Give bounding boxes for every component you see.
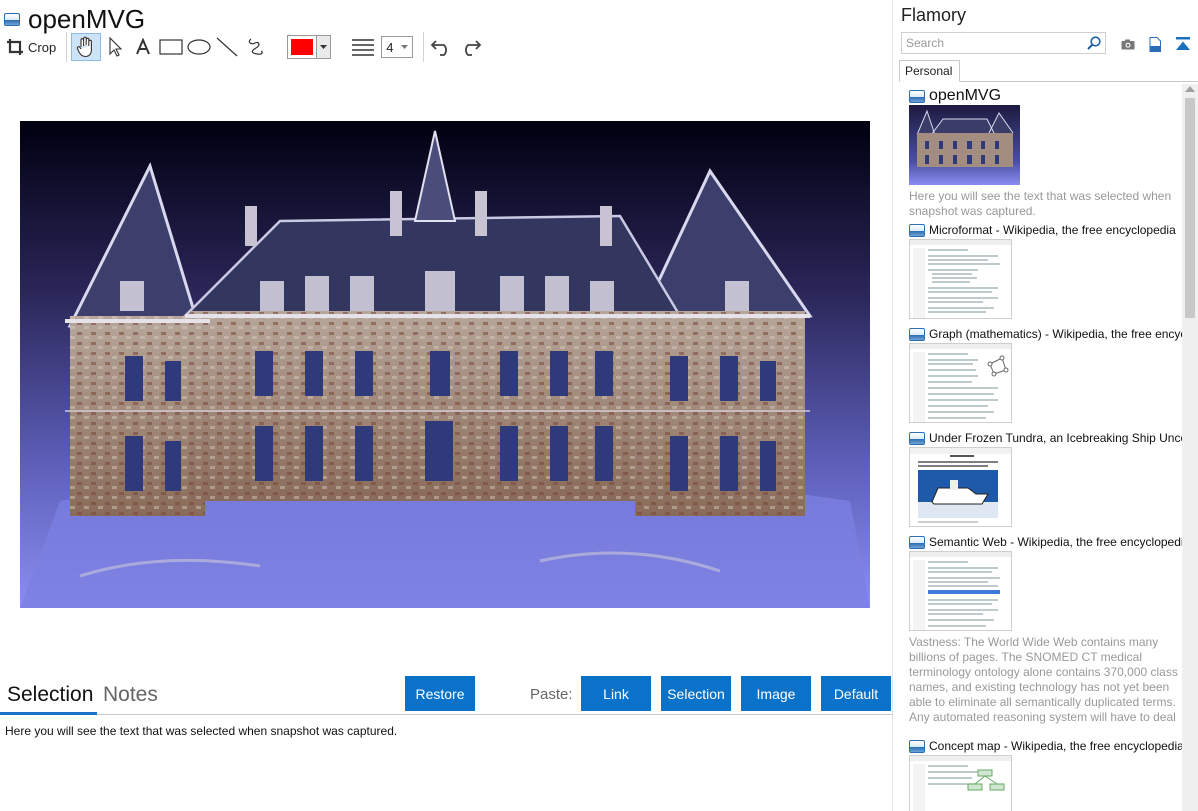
redo-button[interactable] — [456, 33, 484, 61]
ellipse-icon — [187, 39, 211, 55]
line-icon — [216, 37, 238, 57]
snapshot-app-icon — [4, 13, 20, 26]
list-item-description: Vastness: The World Wide Web contains ma… — [909, 635, 1178, 727]
snapshot-image — [20, 121, 870, 608]
text-tool-button[interactable] — [129, 33, 157, 61]
list-item-title: Microformat - Wikipedia, the free encycl… — [929, 223, 1176, 237]
crop-label: Crop — [28, 39, 57, 55]
crop-icon — [7, 39, 23, 55]
snapshot-list: openMVG Here you will see the text that … — [894, 86, 1182, 811]
undo-button[interactable] — [428, 33, 456, 61]
sidebar-scrollbar[interactable] — [1182, 84, 1198, 811]
scroll-up-arrow-icon[interactable] — [1185, 86, 1195, 92]
active-tab-indicator — [0, 712, 97, 715]
list-item-header: Microformat - Wikipedia, the free encycl… — [909, 222, 1182, 238]
title-bar: openMVG — [4, 4, 145, 35]
document-button[interactable] — [1146, 35, 1164, 53]
page-icon — [909, 223, 925, 237]
line-width-button[interactable] — [349, 33, 377, 61]
snapshot-thumbnail — [909, 447, 1012, 527]
list-item-header: Graph (mathematics) - Wikipedia, the fre… — [909, 326, 1182, 342]
line-width-select[interactable]: 4 — [381, 36, 414, 58]
text-icon — [136, 38, 151, 55]
ellipse-tool-button[interactable] — [185, 33, 213, 61]
list-item[interactable]: openMVG Here you will see the text that … — [909, 88, 1182, 219]
pointer-icon — [109, 36, 123, 57]
undo-icon — [430, 40, 448, 56]
list-item-header: openMVG — [909, 88, 1182, 104]
search-input[interactable]: Search — [901, 32, 1106, 54]
tab-notes[interactable]: Notes — [103, 683, 158, 707]
rectangle-tool-button[interactable] — [157, 33, 185, 61]
list-item[interactable]: Graph (mathematics) - Wikipedia, the fre… — [909, 326, 1182, 423]
line-width-icon — [352, 39, 375, 56]
pen-color-picker[interactable] — [287, 35, 332, 59]
redo-icon — [465, 40, 482, 56]
list-item[interactable]: Concept map - Wikipedia, the free encycl… — [909, 738, 1182, 811]
snapshot-thumbnail — [909, 105, 1020, 185]
flamory-sidebar: Flamory Search Personal openMVG Here you… — [894, 0, 1198, 811]
list-item-header: Semantic Web - Wikipedia, the free encyc… — [909, 534, 1182, 550]
chevron-down-icon — [401, 45, 409, 49]
crop-button[interactable]: Crop — [4, 33, 62, 61]
list-item-title: Graph (mathematics) - Wikipedia, the fre… — [929, 327, 1182, 341]
page-icon — [909, 89, 925, 103]
search-icon — [1087, 36, 1101, 50]
list-item-title: openMVG — [929, 88, 1002, 104]
freehand-tool-button[interactable] — [241, 33, 269, 61]
page-icon — [909, 327, 925, 341]
snapshot-camera-button[interactable] — [1119, 35, 1137, 53]
freehand-icon — [248, 38, 263, 55]
document-icon — [1149, 36, 1161, 52]
line-tool-button[interactable] — [213, 33, 241, 61]
collapse-panel-button[interactable] — [1174, 35, 1192, 53]
snapshot-thumbnail — [909, 551, 1012, 631]
page-icon — [909, 431, 925, 445]
list-item-title: Concept map - Wikipedia, the free encycl… — [929, 739, 1182, 753]
toolbar-divider — [423, 32, 425, 62]
search-placeholder: Search — [906, 36, 945, 50]
sidebar-title: Flamory — [901, 5, 967, 25]
paste-image-button[interactable]: Image — [741, 676, 811, 711]
restore-button[interactable]: Restore — [405, 676, 475, 711]
hand-tool-button[interactable] — [71, 33, 102, 61]
tab-personal[interactable]: Personal — [899, 60, 960, 82]
paste-default-button[interactable]: Default — [821, 676, 891, 711]
snapshot-pane: openMVG Crop 4 Selection Notes Restore P… — [0, 0, 893, 811]
line-width-value: 4 — [386, 39, 394, 55]
camera-icon — [1121, 39, 1135, 49]
snapshot-thumbnail — [909, 755, 1012, 811]
flamory-window: openMVG Crop 4 Selection Notes Restore P… — [0, 0, 1198, 811]
list-item[interactable]: Semantic Web - Wikipedia, the free encyc… — [909, 534, 1182, 727]
list-item-description: Here you will see the text that was sele… — [909, 189, 1172, 218]
snapshot-thumbnail — [909, 239, 1012, 319]
tab-selection[interactable]: Selection — [7, 683, 93, 707]
paste-selection-button[interactable]: Selection — [661, 676, 731, 711]
scrollbar-thumb[interactable] — [1185, 98, 1195, 318]
toolbar-divider — [66, 32, 68, 62]
list-item[interactable]: Under Frozen Tundra, an Icebreaking Ship… — [909, 430, 1182, 527]
selection-text: Here you will see the text that was sele… — [5, 724, 398, 738]
chevron-down-icon — [316, 36, 331, 58]
rectangle-icon — [159, 39, 183, 55]
paste-link-button[interactable]: Link — [581, 676, 651, 711]
page-icon — [909, 535, 925, 549]
paste-label: Paste: — [530, 686, 573, 703]
list-item-header: Under Frozen Tundra, an Icebreaking Ship… — [909, 430, 1182, 446]
list-item-title: Under Frozen Tundra, an Icebreaking Ship… — [929, 431, 1182, 445]
annotation-toolbar: Crop 4 — [4, 32, 484, 62]
list-item-header: Concept map - Wikipedia, the free encycl… — [909, 738, 1182, 754]
hand-icon — [77, 36, 93, 58]
list-item[interactable]: Microformat - Wikipedia, the free encycl… — [909, 222, 1182, 319]
pointer-tool-button[interactable] — [101, 33, 129, 61]
collapse-up-icon — [1176, 37, 1190, 50]
page-icon — [909, 739, 925, 753]
list-item-title: Semantic Web - Wikipedia, the free encyc… — [929, 535, 1182, 549]
snapshot-thumbnail — [909, 343, 1012, 423]
pen-color-swatch — [291, 39, 314, 55]
snapshot-title: openMVG — [28, 4, 146, 34]
